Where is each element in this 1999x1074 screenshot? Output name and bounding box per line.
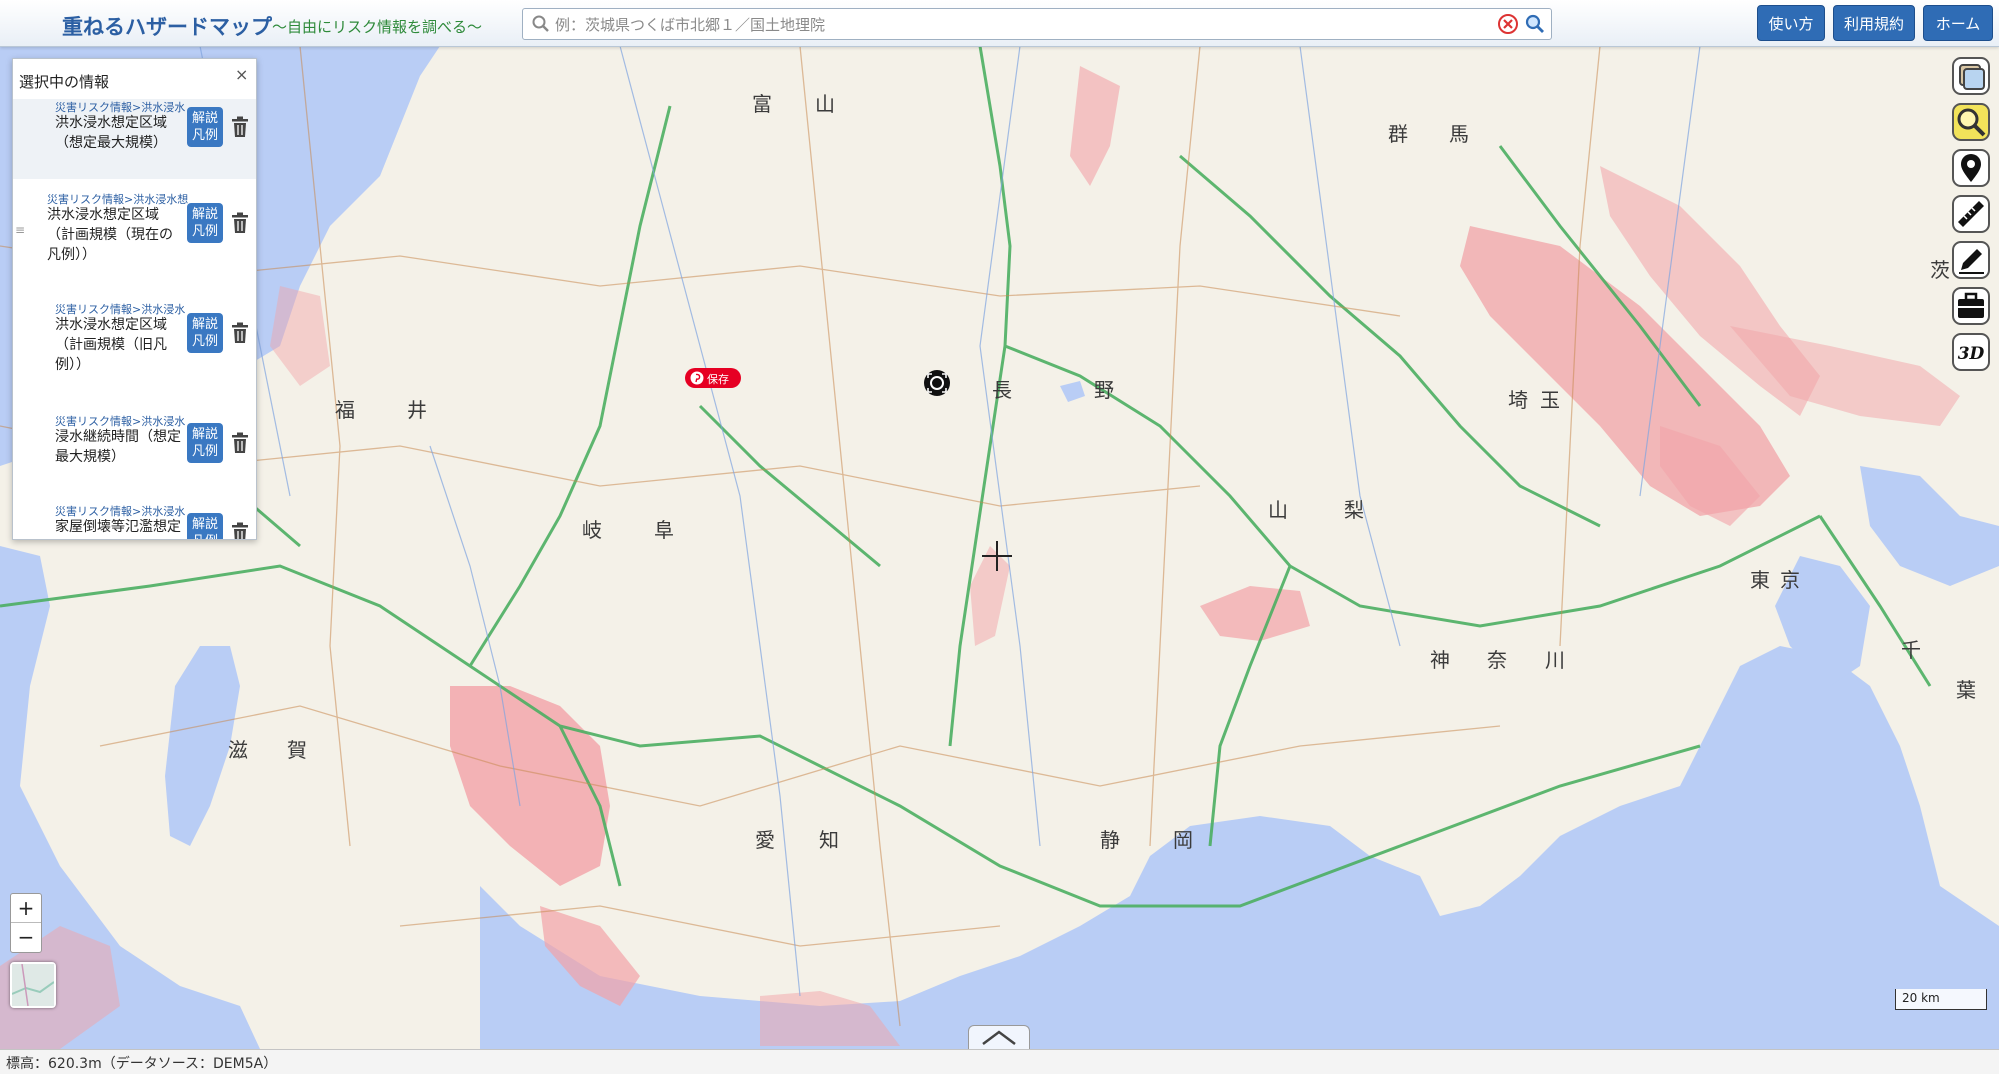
scale-label: 20 km <box>1902 991 1940 1005</box>
basemap-switch-button[interactable] <box>10 962 56 1008</box>
recenter-icon[interactable] <box>923 369 951 397</box>
app-subtitle: 〜自由にリスク情報を調べる〜 <box>272 18 483 36</box>
search-submit-icon[interactable] <box>1523 12 1547 36</box>
basemap-thumbnail-icon <box>11 963 55 1007</box>
pinterest-save-button[interactable]: 保存 <box>685 368 741 388</box>
zoom-control: + − <box>10 893 42 953</box>
trash-icon[interactable] <box>229 211 251 235</box>
clear-search-icon[interactable] <box>1497 13 1519 35</box>
status-bar: 標高：620.3m（データソース：DEM5A） <box>0 1049 1999 1074</box>
legend-button[interactable]: 解説凡例 <box>187 513 223 539</box>
layer-name: 浸水継続時間（想定 最大規模） <box>55 429 181 465</box>
ruler-icon[interactable] <box>1951 194 1991 234</box>
layer-item[interactable]: ≡ 災害リスク情報>洪水浸水想 洪水浸水想定区域 （計画規模（現在の 凡例）） 解説… <box>13 179 256 290</box>
trash-icon[interactable] <box>229 321 251 345</box>
chevron-up-icon <box>982 1030 1016 1045</box>
elevation-readout: 標高：620.3m（データソース：DEM5A） <box>6 1056 278 1072</box>
legend-button[interactable]: 解説凡例 <box>187 107 223 147</box>
crosshair-icon <box>982 541 1012 571</box>
zoom-in-button[interactable]: + <box>11 894 41 923</box>
search-map-icon[interactable] <box>1951 102 1991 142</box>
svg-text:3D: 3D <box>1958 344 1985 364</box>
legend-button[interactable]: 解説凡例 <box>187 423 223 463</box>
zoom-out-button[interactable]: − <box>11 923 41 951</box>
search-icon <box>532 15 549 32</box>
layer-name: 洪水浸水想定区域 （計画規模（現在の 凡例）） <box>47 207 173 263</box>
trash-icon[interactable] <box>229 521 251 540</box>
panel-title: 選択中の情報 <box>19 73 110 91</box>
layer-item[interactable]: 災害リスク情報>洪水浸水 浸水継続時間（想定 最大規模） 解説 凡例 <box>13 399 256 490</box>
save-label: 保存 <box>707 373 729 386</box>
terms-button[interactable]: 利用規約 <box>1833 5 1915 41</box>
legend-button[interactable]: 解説凡例 <box>187 313 223 353</box>
layers-icon[interactable] <box>1951 56 1991 96</box>
drag-handle-icon[interactable]: ≡ <box>15 223 25 237</box>
layer-item[interactable]: 災害リスク情報>洪水浸水 洪水浸水想定区域 （想定最大規模） 解説 凡例 <box>13 99 256 180</box>
close-icon[interactable]: × <box>235 65 248 84</box>
trash-icon[interactable] <box>229 431 251 455</box>
scale-bar: 20 km <box>1895 989 1987 1010</box>
expand-panel-tab[interactable] <box>968 1025 1030 1050</box>
app-title[interactable]: 重ねるハザードマップ <box>62 11 272 41</box>
toolbox-icon[interactable] <box>1951 286 1991 326</box>
legend-button[interactable]: 解説凡例 <box>187 203 223 243</box>
layer-item[interactable]: 災害リスク情報>洪水浸水 家屋倒壊等氾濫想定 解説凡例 <box>13 489 256 540</box>
3d-icon[interactable]: 3D <box>1951 332 1991 372</box>
location-pin-icon[interactable] <box>1951 148 1991 188</box>
how-to-use-button[interactable]: 使い方 <box>1757 5 1825 41</box>
layer-name: 家屋倒壊等氾濫想定 <box>55 519 181 535</box>
selected-info-panel: 選択中の情報 × 災害リスク情報>洪水浸水 洪水浸水想定区域 （想定最大規模） 解… <box>12 58 257 540</box>
layer-name: 洪水浸水想定区域 （想定最大規模） <box>55 115 167 151</box>
search-input[interactable] <box>553 13 1497 37</box>
pin-icon <box>690 371 704 385</box>
layer-item[interactable]: 災害リスク情報>洪水浸水 洪水浸水想定区域 （計画規模（旧凡 例）） 解説 凡例 <box>13 289 256 400</box>
top-bar: 重ねるハザードマップ 〜自由にリスク情報を調べる〜 使い方 利用規約 ホーム <box>0 0 1999 47</box>
search-box <box>522 8 1552 40</box>
home-button[interactable]: ホーム <box>1923 5 1993 41</box>
trash-icon[interactable] <box>229 115 251 139</box>
layer-name: 洪水浸水想定区域 （計画規模（旧凡 例）） <box>55 317 167 373</box>
pencil-icon[interactable] <box>1951 240 1991 280</box>
